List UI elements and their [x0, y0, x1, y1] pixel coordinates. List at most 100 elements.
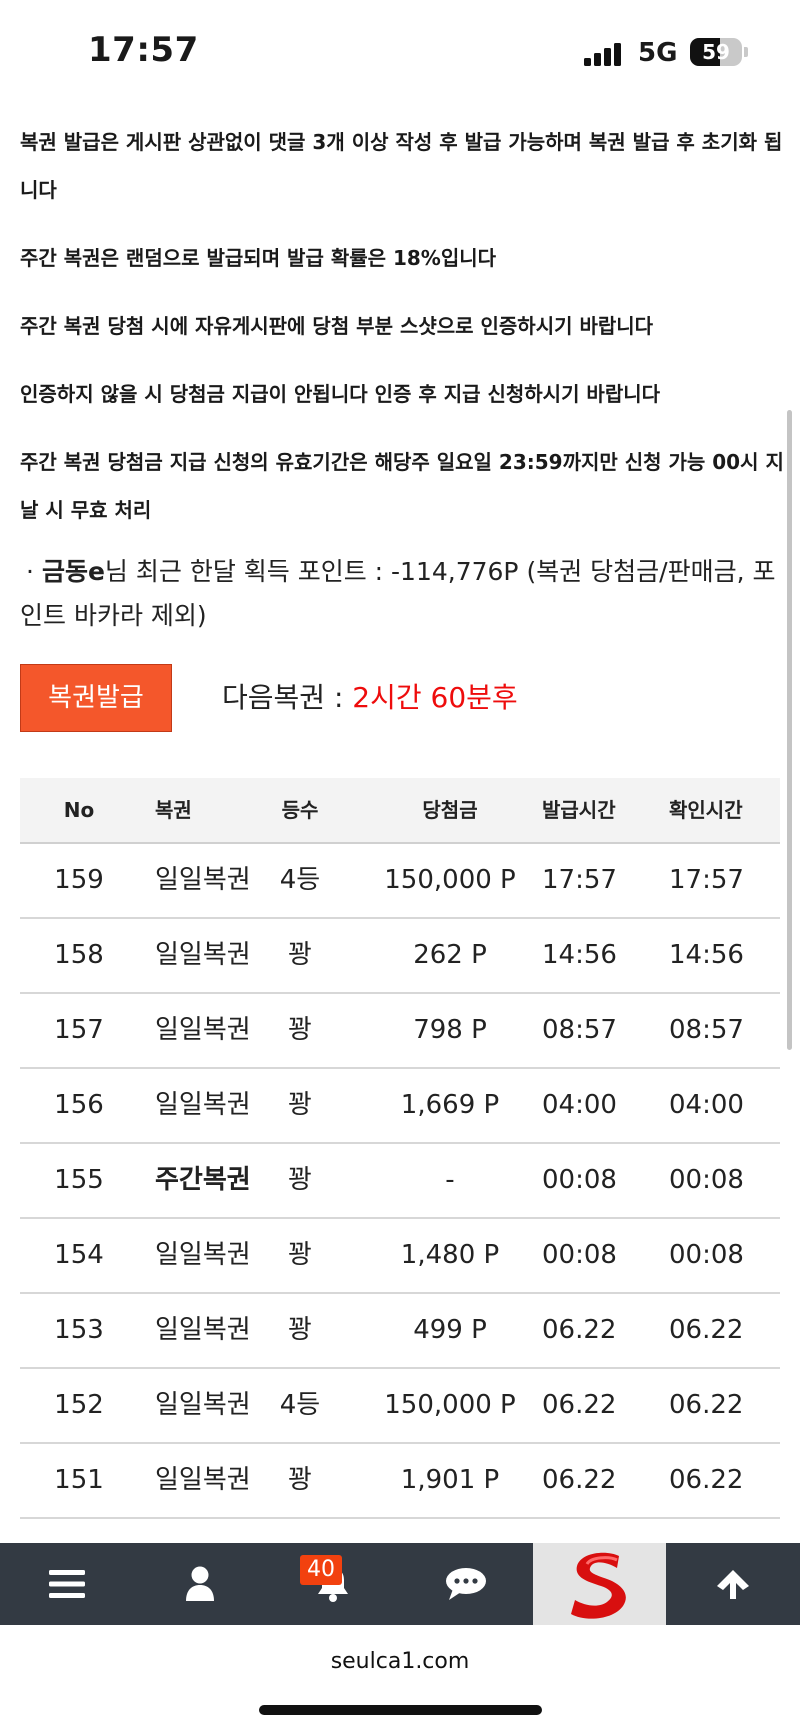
cell-check-time: 08:57 — [669, 1015, 744, 1045]
page-scrollbar[interactable] — [787, 410, 792, 1050]
cellular-signal-icon — [584, 42, 626, 66]
cell-rank: 4등 — [279, 1390, 321, 1420]
browser-url-bar[interactable]: seulca1.com — [0, 1625, 800, 1732]
cell-check-time: 00:08 — [669, 1240, 744, 1270]
site-logo-button[interactable] — [533, 1543, 666, 1625]
points-text: 님 최근 한달 획득 포인트 : -114,776P (복권 당첨금/판매금, … — [20, 557, 776, 630]
cell-type: 일일복권 — [155, 865, 251, 895]
cell-no: 155 — [54, 1165, 104, 1195]
battery-icon: 59 — [690, 38, 742, 66]
cell-check-time: 00:08 — [669, 1165, 744, 1195]
cell-check-time: 06.22 — [669, 1465, 744, 1495]
cell-prize: 150,000 P — [384, 865, 516, 895]
notice-item: 주간 복권은 랜덤으로 발급되며 발급 확률은 18%입니다 — [20, 246, 497, 270]
cell-rank: 꽝 — [288, 1315, 312, 1345]
arrow-up-icon — [716, 1570, 749, 1599]
issue-lottery-button[interactable]: 복권발급 — [20, 664, 172, 732]
user-icon — [185, 1566, 214, 1601]
table-row: 155 주간복권 꽝 - 00:08 00:08 — [20, 1144, 780, 1219]
next-lottery-timer: 다음복권 : 2시간 60분후 — [222, 676, 518, 716]
cell-no: 158 — [54, 940, 104, 970]
notice-item: 주간 복권 당첨 시에 자유게시판에 당첨 부분 스샷으로 인증하시기 바랍니다 — [20, 314, 654, 338]
status-bar: 17:57 5G 59 — [0, 0, 800, 100]
battery-level: 59 — [702, 40, 730, 64]
cell-rank: 꽝 — [288, 1465, 312, 1495]
chat-button[interactable] — [399, 1543, 532, 1625]
cell-check-time: 06.22 — [669, 1315, 744, 1345]
url-text[interactable]: seulca1.com — [0, 1649, 800, 1674]
bottom-nav — [0, 1543, 800, 1625]
cell-prize: 150,000 P — [384, 1390, 516, 1420]
cell-issue-time: 06.22 — [542, 1465, 617, 1495]
monthly-points: · 금동e님 최근 한달 획득 포인트 : -114,776P (복권 당첨금/판… — [20, 550, 785, 638]
cell-type: 일일복권 — [155, 940, 251, 970]
cell-type: 일일복권 — [155, 1090, 251, 1120]
cell-rank: 꽝 — [288, 940, 312, 970]
cell-rank: 꽝 — [288, 1090, 312, 1120]
cell-no: 154 — [54, 1240, 104, 1270]
notice-item: 복권 발급은 게시판 상관없이 댓글 3개 이상 작성 후 발급 가능하며 복권… — [20, 130, 783, 202]
cell-prize: 798 P — [413, 1015, 487, 1045]
notice-list: 복권 발급은 게시판 상관없이 댓글 3개 이상 작성 후 발급 가능하며 복권… — [20, 118, 785, 554]
table-row: 156 일일복권 꽝 1,669 P 04:00 04:00 — [20, 1069, 780, 1144]
cell-issue-time: 06.22 — [542, 1390, 617, 1420]
table-row: 154 일일복권 꽝 1,480 P 00:08 00:08 — [20, 1219, 780, 1294]
cell-no: 159 — [54, 865, 104, 895]
logo — [571, 1552, 626, 1619]
cell-type: 일일복권 — [155, 1465, 251, 1495]
header-no: No — [63, 798, 95, 822]
cell-prize: - — [445, 1165, 455, 1195]
notification-count-badge: 40 — [300, 1555, 342, 1585]
cell-rank: 꽝 — [288, 1165, 312, 1195]
profile-button[interactable] — [133, 1543, 266, 1625]
cell-prize: 499 P — [413, 1315, 487, 1345]
header-rank: 등수 — [281, 798, 319, 822]
cell-prize: 1,669 P — [400, 1090, 500, 1120]
cell-issue-time: 00:08 — [542, 1165, 617, 1195]
network-type: 5G — [638, 38, 678, 68]
cell-type: 일일복권 — [155, 1240, 251, 1270]
cell-check-time: 06.22 — [669, 1390, 744, 1420]
cell-issue-time: 06.22 — [542, 1315, 617, 1345]
header-prize: 당첨금 — [422, 798, 478, 822]
cell-check-time: 17:57 — [669, 865, 744, 895]
cell-rank: 꽝 — [288, 1240, 312, 1270]
chat-icon — [445, 1568, 486, 1600]
home-indicator[interactable] — [259, 1705, 542, 1715]
table-row: 153 일일복권 꽝 499 P 06.22 06.22 — [20, 1294, 780, 1369]
cell-check-time: 04:00 — [669, 1090, 744, 1120]
cell-issue-time: 04:00 — [542, 1090, 617, 1120]
cell-check-time: 14:56 — [669, 940, 744, 970]
cell-no: 156 — [54, 1090, 104, 1120]
menu-button[interactable] — [0, 1543, 133, 1625]
cell-issue-time: 08:57 — [542, 1015, 617, 1045]
status-time: 17:57 — [88, 30, 199, 70]
cell-rank: 꽝 — [288, 1015, 312, 1045]
next-lottery-value: 2시간 60분후 — [352, 681, 518, 714]
cell-prize: 1,901 P — [400, 1465, 500, 1495]
cell-issue-time: 17:57 — [542, 865, 617, 895]
notice-item: 주간 복권 당첨금 지급 신청의 유효기간은 해당주 일요일 23:59까지만 … — [20, 450, 784, 522]
cell-no: 153 — [54, 1315, 104, 1345]
header-issue-time: 발급시간 — [542, 798, 616, 822]
table-row: 151 일일복권 꽝 1,901 P 06.22 06.22 — [20, 1444, 780, 1519]
cell-prize: 1,480 P — [400, 1240, 500, 1270]
cell-rank: 4등 — [279, 865, 321, 895]
cell-no: 151 — [54, 1465, 104, 1495]
cell-type: 주간복권 — [155, 1165, 251, 1195]
lottery-history-table: No 복권 등수 당첨금 발급시간 확인시간 159 일일복권 4등 150,0… — [20, 778, 780, 1519]
notice-item: 인증하지 않을 시 당첨금 지급이 안됩니다 인증 후 지급 신청하시기 바랍니… — [20, 382, 661, 406]
battery-tip — [744, 47, 748, 57]
cell-type: 일일복권 — [155, 1015, 251, 1045]
table-row: 159 일일복권 4등 150,000 P 17:57 17:57 — [20, 844, 780, 919]
cell-issue-time: 14:56 — [542, 940, 617, 970]
table-row: 158 일일복권 꽝 262 P 14:56 14:56 — [20, 919, 780, 994]
cell-no: 152 — [54, 1390, 104, 1420]
scroll-top-button[interactable] — [666, 1543, 799, 1625]
header-type: 복권 — [155, 798, 192, 822]
header-check-time: 확인시간 — [669, 798, 743, 822]
cell-prize: 262 P — [413, 940, 487, 970]
table-row: 152 일일복권 4등 150,000 P 06.22 06.22 — [20, 1369, 780, 1444]
user-nickname: 금동e — [41, 557, 105, 586]
next-lottery-label: 다음복권 : — [222, 681, 353, 714]
